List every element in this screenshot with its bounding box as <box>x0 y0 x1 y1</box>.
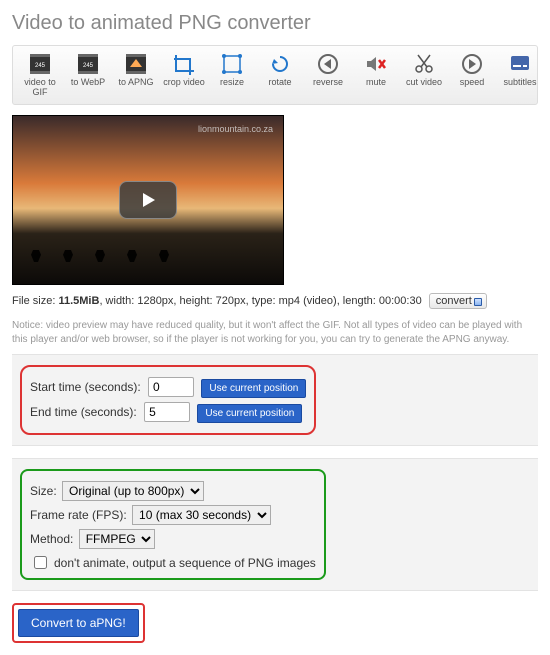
tb-subtitles[interactable]: subtitles <box>497 50 543 100</box>
tb-mute[interactable]: mute <box>353 50 399 100</box>
svg-text:245: 245 <box>35 63 46 69</box>
video-preview[interactable]: lionmountain.co.za <box>12 115 284 285</box>
time-range-callout: Start time (seconds): Use current positi… <box>20 365 316 435</box>
tb-rotate[interactable]: rotate <box>257 50 303 100</box>
dont-animate-label: don't animate, output a sequence of PNG … <box>54 556 316 570</box>
output-options-callout: Size: Original (up to 800px) Frame rate … <box>20 469 326 580</box>
file-meta: File size: 11.5MiB, width: 1280px, heigh… <box>12 293 538 309</box>
fps-label: Frame rate (FPS): <box>30 508 127 522</box>
tb-to-webp[interactable]: 245to WebP <box>65 50 111 100</box>
method-select[interactable]: FFMPEG <box>79 529 155 549</box>
dont-animate-checkbox[interactable] <box>34 556 47 569</box>
tb-save[interactable]: save <box>545 50 550 100</box>
start-time-input[interactable] <box>148 377 194 397</box>
fps-select[interactable]: 10 (max 30 seconds) <box>132 505 271 525</box>
size-select[interactable]: Original (up to 800px) <box>62 481 204 501</box>
video-watermark: lionmountain.co.za <box>198 124 273 134</box>
end-use-current-button[interactable]: Use current position <box>197 404 302 423</box>
start-time-label: Start time (seconds): <box>30 380 141 394</box>
tb-resize[interactable]: resize <box>209 50 255 100</box>
convert-to-apng-button[interactable]: Convert to aPNG! <box>18 609 139 637</box>
tb-speed[interactable]: speed <box>449 50 495 100</box>
play-button[interactable] <box>119 181 177 219</box>
toolbar: 245video to GIF 245to WebP to APNG crop … <box>12 45 538 105</box>
size-label: Size: <box>30 484 57 498</box>
convert-dropdown[interactable]: convert <box>429 293 487 309</box>
svg-text:245: 245 <box>83 63 94 69</box>
end-time-label: End time (seconds): <box>30 405 137 419</box>
tb-cut-video[interactable]: cut video <box>401 50 447 100</box>
start-use-current-button[interactable]: Use current position <box>201 379 306 398</box>
tb-reverse[interactable]: reverse <box>305 50 351 100</box>
tb-video-to-gif[interactable]: 245video to GIF <box>17 50 63 100</box>
notice-text: Notice: video preview may have reduced q… <box>12 319 538 346</box>
convert-button-callout: Convert to aPNG! <box>12 603 145 643</box>
end-time-input[interactable] <box>144 402 190 422</box>
tb-crop-video[interactable]: crop video <box>161 50 207 100</box>
page-title: Video to animated PNG converter <box>12 12 538 35</box>
tb-to-apng[interactable]: to APNG <box>113 50 159 100</box>
play-icon <box>139 191 157 209</box>
method-label: Method: <box>30 532 73 546</box>
